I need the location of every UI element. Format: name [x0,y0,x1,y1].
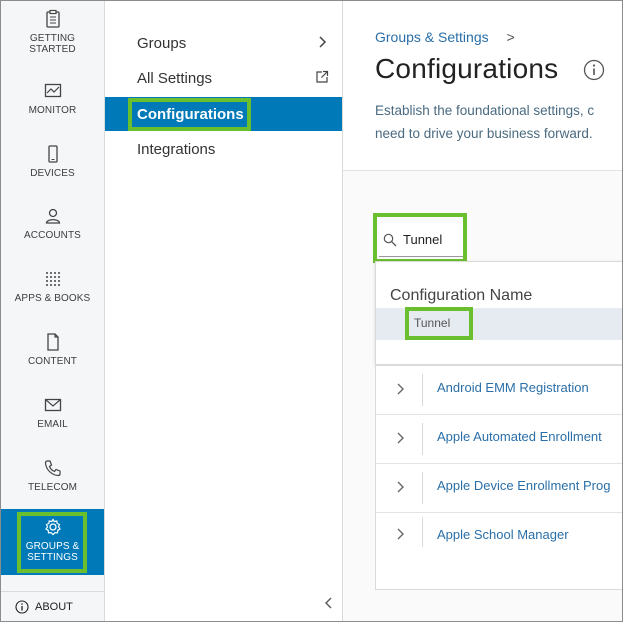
info-icon [15,599,29,614]
search-input[interactable]: Tunnel [379,223,465,257]
search-icon [383,233,397,246]
clipboard-icon [45,9,60,28]
table-row[interactable]: Apple Device Enrollment Prog [376,464,622,513]
dropdown-result-tunnel[interactable]: Tunnel [414,316,450,330]
rail-item-email[interactable]: EMAIL [1,395,104,439]
rail-label-groups-settings-2: SETTINGS [27,552,78,563]
main-content: Groups & Settings > Configurations Estab… [343,1,622,621]
dropdown-column-header: Configuration Name [390,287,533,304]
rail-label-monitor: MONITOR [28,105,77,116]
rail-label-getting-started-2: STARTED [29,44,76,55]
rail-item-content[interactable]: CONTENT [1,332,104,376]
breadcrumb-groups-settings[interactable]: Groups & Settings [375,29,489,45]
collapse-chevron-left-icon[interactable] [321,595,335,611]
rail-item-apps-books[interactable]: APPS & BOOKS [1,269,104,313]
envelope-icon [44,398,61,412]
phone-handset-icon [44,460,61,477]
subnav-item-configurations[interactable]: Configurations [105,97,342,131]
configurations-table: Android EMM Registration Apple Automated… [375,365,622,590]
subnav-label-groups: Groups [137,34,187,52]
gear-icon [44,518,61,536]
table-row[interactable]: Apple School Manager [376,513,622,547]
breadcrumb: Groups & Settings > [375,29,515,45]
search-results-dropdown: Configuration Name Tunnel [375,261,622,365]
row-name-android-emm[interactable]: Android EMM Registration [437,380,589,395]
rail-item-devices[interactable]: DEVICES [1,144,104,188]
rail-label-email: EMAIL [37,419,68,430]
page-header: Groups & Settings > Configurations Estab… [343,1,622,171]
table-row[interactable]: Apple Automated Enrollment [376,415,622,464]
row-name-apple-school-manager[interactable]: Apple School Manager [437,527,569,542]
row-divider [422,517,423,547]
rail-item-monitor[interactable]: MONITOR [1,81,104,125]
chevron-right-icon[interactable] [394,431,406,445]
row-divider [422,423,423,455]
info-icon[interactable] [583,59,605,81]
search-value: Tunnel [403,232,443,247]
about-link[interactable]: ABOUT [1,591,104,621]
app-window: GETTING STARTED MONITOR DEVICES ACCOUNTS… [0,0,623,622]
subnav-item-integrations[interactable]: Integrations [105,132,342,166]
rail-label-accounts: ACCOUNTS [24,230,81,241]
chevron-right-icon[interactable] [394,527,406,541]
rail-label-apps-books: APPS & BOOKS [14,293,91,304]
chevron-right-icon[interactable] [394,382,406,396]
rail-item-accounts[interactable]: ACCOUNTS [1,206,104,250]
rail-label-devices: DEVICES [30,168,75,179]
rail-label-content: CONTENT [27,356,78,367]
rail-label-telecom: TELECOM [27,482,78,493]
rail-item-getting-started[interactable]: GETTING STARTED [1,9,104,65]
row-name-apple-automated[interactable]: Apple Automated Enrollment [437,429,602,444]
rail-item-groups-settings[interactable]: GROUPS & SETTINGS [1,509,104,575]
rail-item-telecom[interactable]: TELECOM [1,458,104,502]
row-divider [422,374,423,406]
subnav-item-groups[interactable]: Groups [105,26,342,60]
rail-label-getting-started: GETTING [29,33,76,44]
subnav-item-all-settings[interactable]: All Settings [105,61,342,95]
subnav-label-integrations: Integrations [137,140,216,158]
primary-nav-rail: GETTING STARTED MONITOR DEVICES ACCOUNTS… [1,1,105,621]
table-row[interactable]: Android EMM Registration [376,366,622,415]
monitor-icon [44,83,61,98]
user-icon [45,208,60,224]
subnav-label-configurations: Configurations [137,105,244,123]
grid-icon [45,272,60,286]
file-icon [46,333,59,351]
description-line-2: need to drive your business forward. [375,126,593,141]
external-link-icon [316,70,329,83]
breadcrumb-separator: > [506,29,515,45]
page-title: Configurations [375,53,559,84]
about-label: ABOUT [35,600,73,613]
rail-label-groups-settings: GROUPS & [25,541,80,552]
secondary-nav: Groups All Settings Configurations Integ… [105,1,343,621]
page-description: Establish the foundational settings, c n… [375,99,622,145]
row-name-apple-dep[interactable]: Apple Device Enrollment Prog [437,478,610,493]
description-line-1: Establish the foundational settings, c [375,103,595,118]
chevron-right-icon[interactable] [394,480,406,494]
chevron-right-icon [319,36,327,48]
subnav-label-all-settings: All Settings [137,69,213,87]
row-divider [422,472,423,504]
phone-icon [47,145,58,163]
